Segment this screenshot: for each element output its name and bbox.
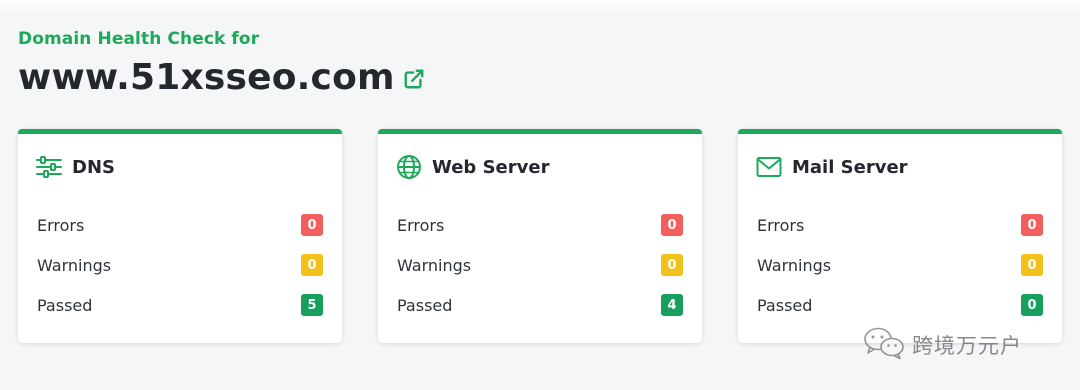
errors-badge: 0 bbox=[1021, 214, 1043, 236]
row-label: Warnings bbox=[397, 255, 472, 275]
passed-row: Passed 0 bbox=[757, 294, 1043, 316]
card-web-server: Web Server Errors 0 Warnings 0 Passed 4 bbox=[378, 129, 702, 343]
row-label: Passed bbox=[397, 295, 453, 315]
page-subtitle: Domain Health Check for bbox=[18, 29, 260, 49]
errors-badge: 0 bbox=[661, 214, 683, 236]
row-label: Passed bbox=[37, 295, 93, 315]
passed-row: Passed 4 bbox=[397, 294, 683, 316]
errors-badge: 0 bbox=[301, 214, 323, 236]
globe-icon bbox=[396, 154, 422, 180]
errors-row: Errors 0 bbox=[37, 214, 323, 236]
card-dns: DNS Errors 0 Warnings 0 Passed 5 bbox=[18, 129, 342, 343]
warnings-badge: 0 bbox=[1021, 254, 1043, 276]
sliders-icon bbox=[36, 154, 62, 180]
warnings-badge: 0 bbox=[301, 254, 323, 276]
row-label: Warnings bbox=[757, 255, 832, 275]
row-label: Errors bbox=[37, 215, 85, 235]
card-header: Mail Server bbox=[756, 154, 908, 180]
watermark: 跨境万元户 bbox=[862, 326, 1022, 364]
page-header: Domain Health Check for www.51xsseo.com bbox=[18, 27, 425, 99]
domain-row: www.51xsseo.com bbox=[18, 57, 425, 99]
domain-name: www.51xsseo.com bbox=[18, 57, 395, 98]
card-title: DNS bbox=[72, 156, 115, 178]
row-label: Passed bbox=[757, 295, 813, 315]
card-title: Mail Server bbox=[792, 156, 908, 178]
warnings-row: Warnings 0 bbox=[757, 254, 1043, 276]
top-shade bbox=[0, 0, 1080, 14]
warnings-badge: 0 bbox=[661, 254, 683, 276]
wechat-icon bbox=[862, 326, 906, 364]
card-title: Web Server bbox=[432, 156, 550, 178]
warnings-row: Warnings 0 bbox=[397, 254, 683, 276]
row-label: Warnings bbox=[37, 255, 112, 275]
row-label: Errors bbox=[757, 215, 805, 235]
passed-row: Passed 5 bbox=[37, 294, 323, 316]
passed-badge: 4 bbox=[661, 294, 683, 316]
row-label: Errors bbox=[397, 215, 445, 235]
watermark-text: 跨境万元户 bbox=[912, 334, 1022, 358]
passed-badge: 0 bbox=[1021, 294, 1043, 316]
errors-row: Errors 0 bbox=[397, 214, 683, 236]
card-header: DNS bbox=[36, 154, 115, 180]
envelope-icon bbox=[756, 154, 782, 180]
errors-row: Errors 0 bbox=[757, 214, 1043, 236]
passed-badge: 5 bbox=[301, 294, 323, 316]
external-link-icon[interactable] bbox=[403, 68, 425, 90]
warnings-row: Warnings 0 bbox=[37, 254, 323, 276]
card-mail-server: Mail Server Errors 0 Warnings 0 Passed 0 bbox=[738, 129, 1062, 343]
card-header: Web Server bbox=[396, 154, 549, 180]
